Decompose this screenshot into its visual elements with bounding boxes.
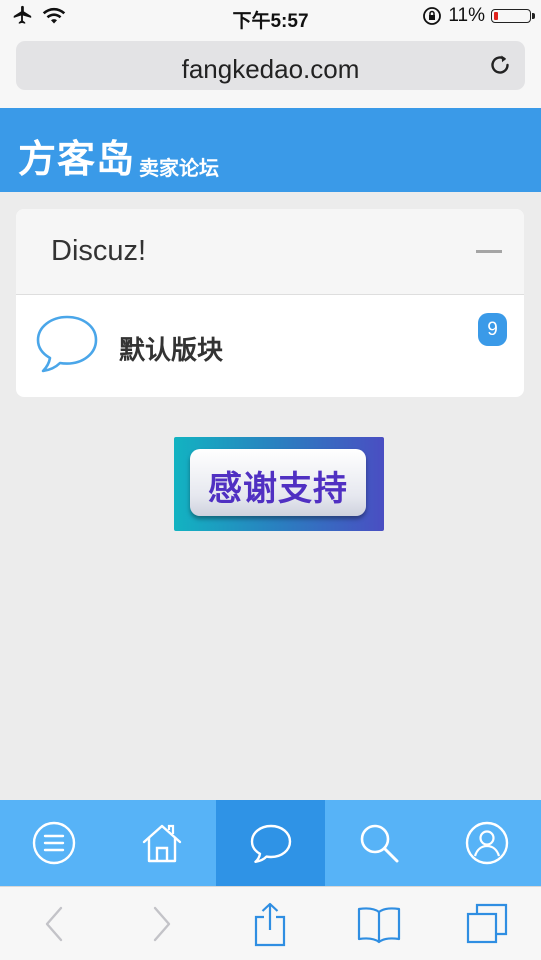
chat-icon <box>250 824 291 863</box>
forum-group-card: Discuz! 默认版块 9 <box>16 209 524 397</box>
user-icon <box>465 821 509 865</box>
forum-group-header[interactable]: Discuz! <box>16 209 524 295</box>
home-icon <box>143 824 182 863</box>
url-text[interactable]: fangkedao.com <box>16 54 525 85</box>
nav-item-search[interactable] <box>325 800 433 886</box>
nav-item-home[interactable] <box>108 800 216 886</box>
menu-icon <box>32 821 76 865</box>
banner-button-face: 感谢支持 <box>190 449 366 516</box>
bookmarks-icon <box>357 906 400 943</box>
browser-back-button[interactable] <box>31 901 77 947</box>
forum-group-title: Discuz! <box>51 235 147 267</box>
bottom-nav <box>0 800 541 886</box>
browser-forward-button[interactable] <box>139 901 185 947</box>
logo-sub-text: 卖家论坛 <box>139 156 220 180</box>
site-logo[interactable]: 方客岛 卖家论坛 <box>18 128 219 183</box>
forward-icon <box>154 906 171 941</box>
nav-item-profile[interactable] <box>433 800 541 886</box>
back-icon <box>45 906 63 941</box>
browser-address-area: fangkedao.com <box>0 36 541 108</box>
banner-text: 感谢支持 <box>208 469 348 509</box>
browser-toolbar <box>0 886 541 960</box>
nav-item-forum[interactable] <box>216 800 325 886</box>
orientation-lock-icon <box>423 7 442 25</box>
reload-icon[interactable] <box>487 52 513 78</box>
forum-bubble-icon <box>36 315 98 373</box>
status-bar: 下午5:57 11% <box>0 0 541 36</box>
nav-item-menu[interactable] <box>0 800 108 886</box>
collapse-icon[interactable] <box>476 250 502 253</box>
battery-percent: 11% <box>448 5 485 26</box>
address-bar[interactable]: fangkedao.com <box>16 41 525 90</box>
search-icon <box>360 824 399 863</box>
battery-icon <box>491 9 535 23</box>
browser-tabs-button[interactable] <box>464 901 510 947</box>
tabs-icon <box>466 903 507 943</box>
share-icon <box>255 902 286 946</box>
site-header: 方客岛 卖家论坛 <box>0 108 541 192</box>
forum-name[interactable]: 默认版块 <box>119 330 223 367</box>
browser-bookmarks-button[interactable] <box>356 901 402 947</box>
browser-share-button[interactable] <box>247 901 293 947</box>
thanks-banner[interactable]: 感谢支持 <box>174 437 384 531</box>
new-posts-badge: 9 <box>478 313 507 346</box>
logo-main-text: 方客岛 <box>18 137 136 181</box>
forum-item[interactable]: 默认版块 9 <box>16 295 524 395</box>
